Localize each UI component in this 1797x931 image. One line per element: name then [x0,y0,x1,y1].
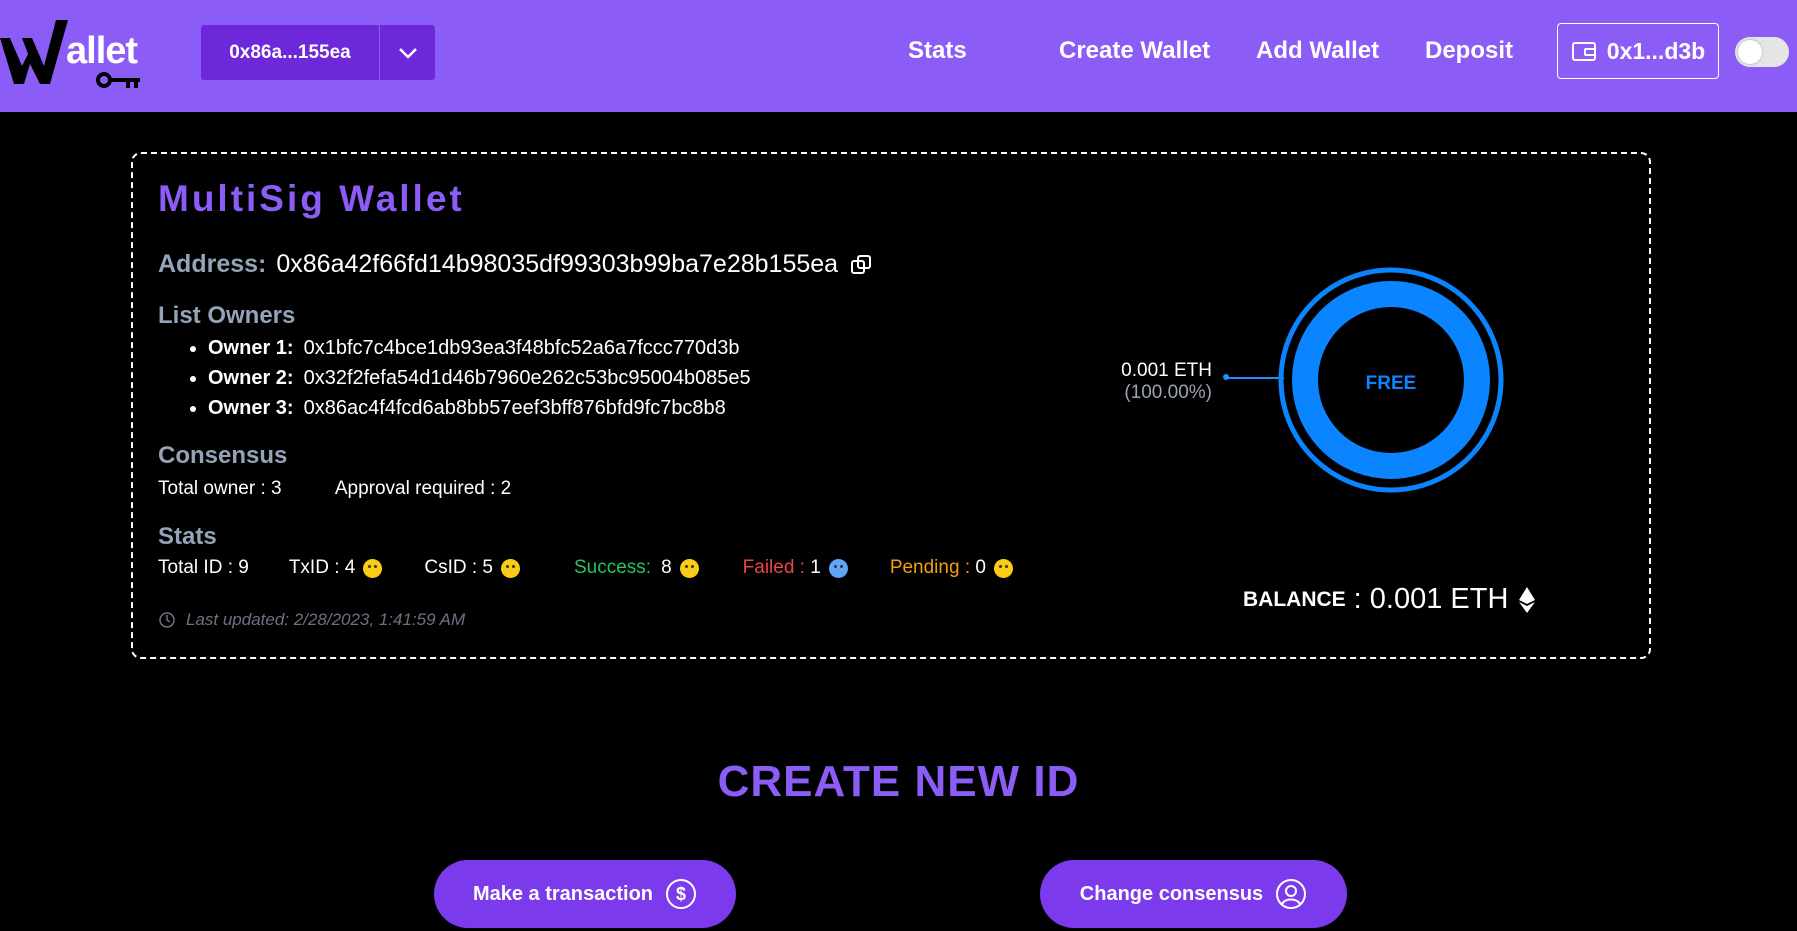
stat-txid: TxID : 4 [289,557,383,579]
stats-values: Total ID : 9 TxID : 4 CsID : 5 Success: 8… [158,557,1013,579]
balance-value: : 0.001 ETH [1353,583,1509,615]
create-id-title: CREATE NEW ID [717,757,1080,806]
clock-icon [159,612,175,628]
owner-label: Owner 3: [208,397,294,419]
address-label: Address: [158,250,267,278]
owner-item: Owner 3: 0x86ac4f4fcd6ab8bb57eef3bff876bf… [208,396,751,426]
make-transaction-button[interactable]: Make a transaction $ [434,860,736,928]
consensus-values: Total owner : 3 Approval required : 2 [158,478,511,500]
wallet-icon [1571,42,1596,61]
svg-text:$: $ [676,884,686,904]
stat-total-id: Total ID : 9 [158,557,249,578]
stat-success: Success: 8 [574,557,699,579]
theme-toggle[interactable] [1735,37,1789,67]
stat-csid: CsID : 5 [424,557,520,579]
wallet-address-row: Address: 0x86a42f66fd14b98035df99303b99b… [158,250,872,279]
copy-icon[interactable] [850,254,872,276]
toggle-knob [1738,40,1762,64]
user-circle-icon [1276,879,1307,909]
last-updated: Last updated: 2/28/2023, 1:41:59 AM [158,610,465,630]
logo-text: allet [66,30,138,72]
crying-icon [828,558,848,578]
selected-wallet-address[interactable]: 0x86a...155ea [201,25,380,80]
chart-eth-value: 0.001 ETH [1121,360,1212,381]
approval-required: Approval required : 2 [334,478,512,499]
key-icon [96,72,140,88]
nav-stats[interactable]: Stats [908,37,967,65]
wallet-address: 0x86a42f66fd14b98035df99303b99ba7e28b155… [276,250,839,278]
stat-failed: Failed : 1 [743,557,848,579]
consensus-heading: Consensus [158,442,288,469]
top-navbar: allet 0x86a...155ea Stats Create Wallet … [0,0,1797,112]
stats-heading: Stats [158,523,217,550]
owner-item: Owner 1: 0x1bfc7c4bce1db93ea3f48bfc52a6a7… [208,336,751,366]
dollar-icon: $ [666,879,697,909]
owners-heading: List Owners [158,302,296,329]
donut-center-label: FREE [1366,373,1417,394]
money-face-icon [363,558,383,578]
owner-label: Owner 1: [208,337,294,359]
nav-deposit[interactable]: Deposit [1425,37,1513,65]
nav-create-wallet[interactable]: Create Wallet [1059,37,1210,65]
hands-icon [500,558,520,578]
neutral-face-icon [993,558,1013,578]
chart-leader-dot [1223,374,1229,380]
owner-item: Owner 2: 0x32f2fefa54d1d46b7960e262c53bc9… [208,366,751,396]
account-address: 0x1...d3b [1606,37,1706,64]
change-consensus-button[interactable]: Change consensus [1040,860,1347,928]
connected-account-button[interactable]: 0x1...d3b [1557,23,1719,79]
balance-label: BALANCE [1243,587,1346,611]
chart-value-label: 0.001 ETH (100.00%) [1100,360,1212,404]
grin-icon [679,558,699,578]
owner-label: Owner 2: [208,367,294,389]
owner-address: 0x86ac4f4fcd6ab8bb57eef3bff876bfd9fc7bc8… [303,397,726,419]
wallet-title: MultiSig Wallet [158,178,465,219]
owners-list: Owner 1: 0x1bfc7c4bce1db93ea3f48bfc52a6a7… [182,336,751,426]
chart-percent: (100.00%) [1124,382,1212,403]
stat-pending: Pending : 0 [890,557,1013,579]
nav-add-wallet[interactable]: Add Wallet [1256,37,1379,65]
owner-address: 0x1bfc7c4bce1db93ea3f48bfc52a6a7fccc770d… [303,337,740,359]
owner-address: 0x32f2fefa54d1d46b7960e262c53bc95004b085… [303,367,751,389]
ethereum-icon [1519,586,1536,613]
balance-display: BALANCE : 0.001 ETH [1243,583,1536,616]
total-owner: Total owner : 3 [158,478,282,499]
balance-donut-chart: FREE [1278,267,1504,493]
chevron-down-icon[interactable] [380,25,435,80]
wallet-logo[interactable]: allet [0,18,150,98]
wallet-selector[interactable]: 0x86a...155ea [201,25,435,80]
